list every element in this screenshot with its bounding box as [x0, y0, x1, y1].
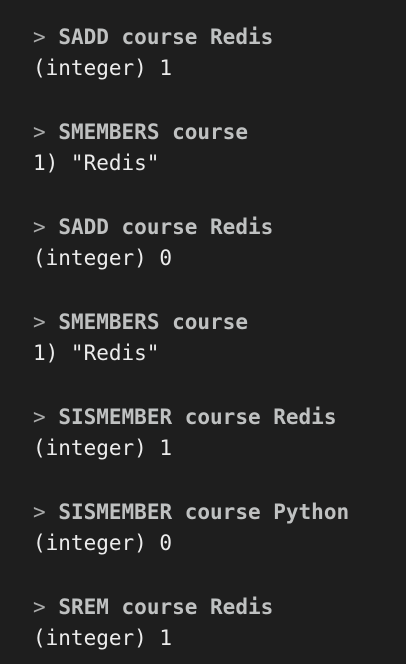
command-line: > SISMEMBER course Python: [33, 497, 406, 528]
command-text: SMEMBERS course: [58, 120, 248, 144]
command-text: SREM course Redis: [58, 595, 274, 619]
terminal-entry: > SISMEMBER course Redis (integer) 1: [33, 402, 406, 464]
terminal-entry: > SISMEMBER course Python (integer) 0: [33, 497, 406, 559]
prompt-symbol: >: [33, 120, 46, 144]
prompt-symbol: >: [33, 25, 46, 49]
command-line: > SADD course Redis: [33, 22, 406, 53]
command-output: (integer) 1: [33, 626, 173, 650]
command-line: > SMEMBERS course: [33, 117, 406, 148]
command-line: > SADD course Redis: [33, 212, 406, 243]
command-text: SISMEMBER course Python: [58, 500, 350, 524]
command-text: SADD course Redis: [58, 25, 274, 49]
terminal-window[interactable]: > SADD course Redis (integer) 1 > SMEMBE…: [0, 0, 406, 664]
terminal-entry: > SMEMBERS course 1) "Redis": [33, 307, 406, 369]
command-output: 1) "Redis": [33, 341, 160, 365]
command-line: > SREM course Redis: [33, 592, 406, 623]
terminal-entry: > SADD course Redis (integer) 1: [33, 22, 406, 84]
terminal-entry: > SREM course Redis (integer) 1: [33, 592, 406, 654]
prompt-symbol: >: [33, 215, 46, 239]
command-line: > SISMEMBER course Redis: [33, 402, 406, 433]
command-output: (integer) 1: [33, 436, 173, 460]
command-output: (integer) 0: [33, 246, 173, 270]
command-line: > SMEMBERS course: [33, 307, 406, 338]
command-output: (integer) 1: [33, 56, 173, 80]
command-text: SADD course Redis: [58, 215, 274, 239]
command-output: (integer) 0: [33, 531, 173, 555]
terminal-entry: > SADD course Redis (integer) 0: [33, 212, 406, 274]
prompt-symbol: >: [33, 405, 46, 429]
command-text: SMEMBERS course: [58, 310, 248, 334]
prompt-symbol: >: [33, 500, 46, 524]
command-text: SISMEMBER course Redis: [58, 405, 337, 429]
terminal-entry: > SMEMBERS course 1) "Redis": [33, 117, 406, 179]
command-output: 1) "Redis": [33, 151, 160, 175]
prompt-symbol: >: [33, 310, 46, 334]
prompt-symbol: >: [33, 595, 46, 619]
